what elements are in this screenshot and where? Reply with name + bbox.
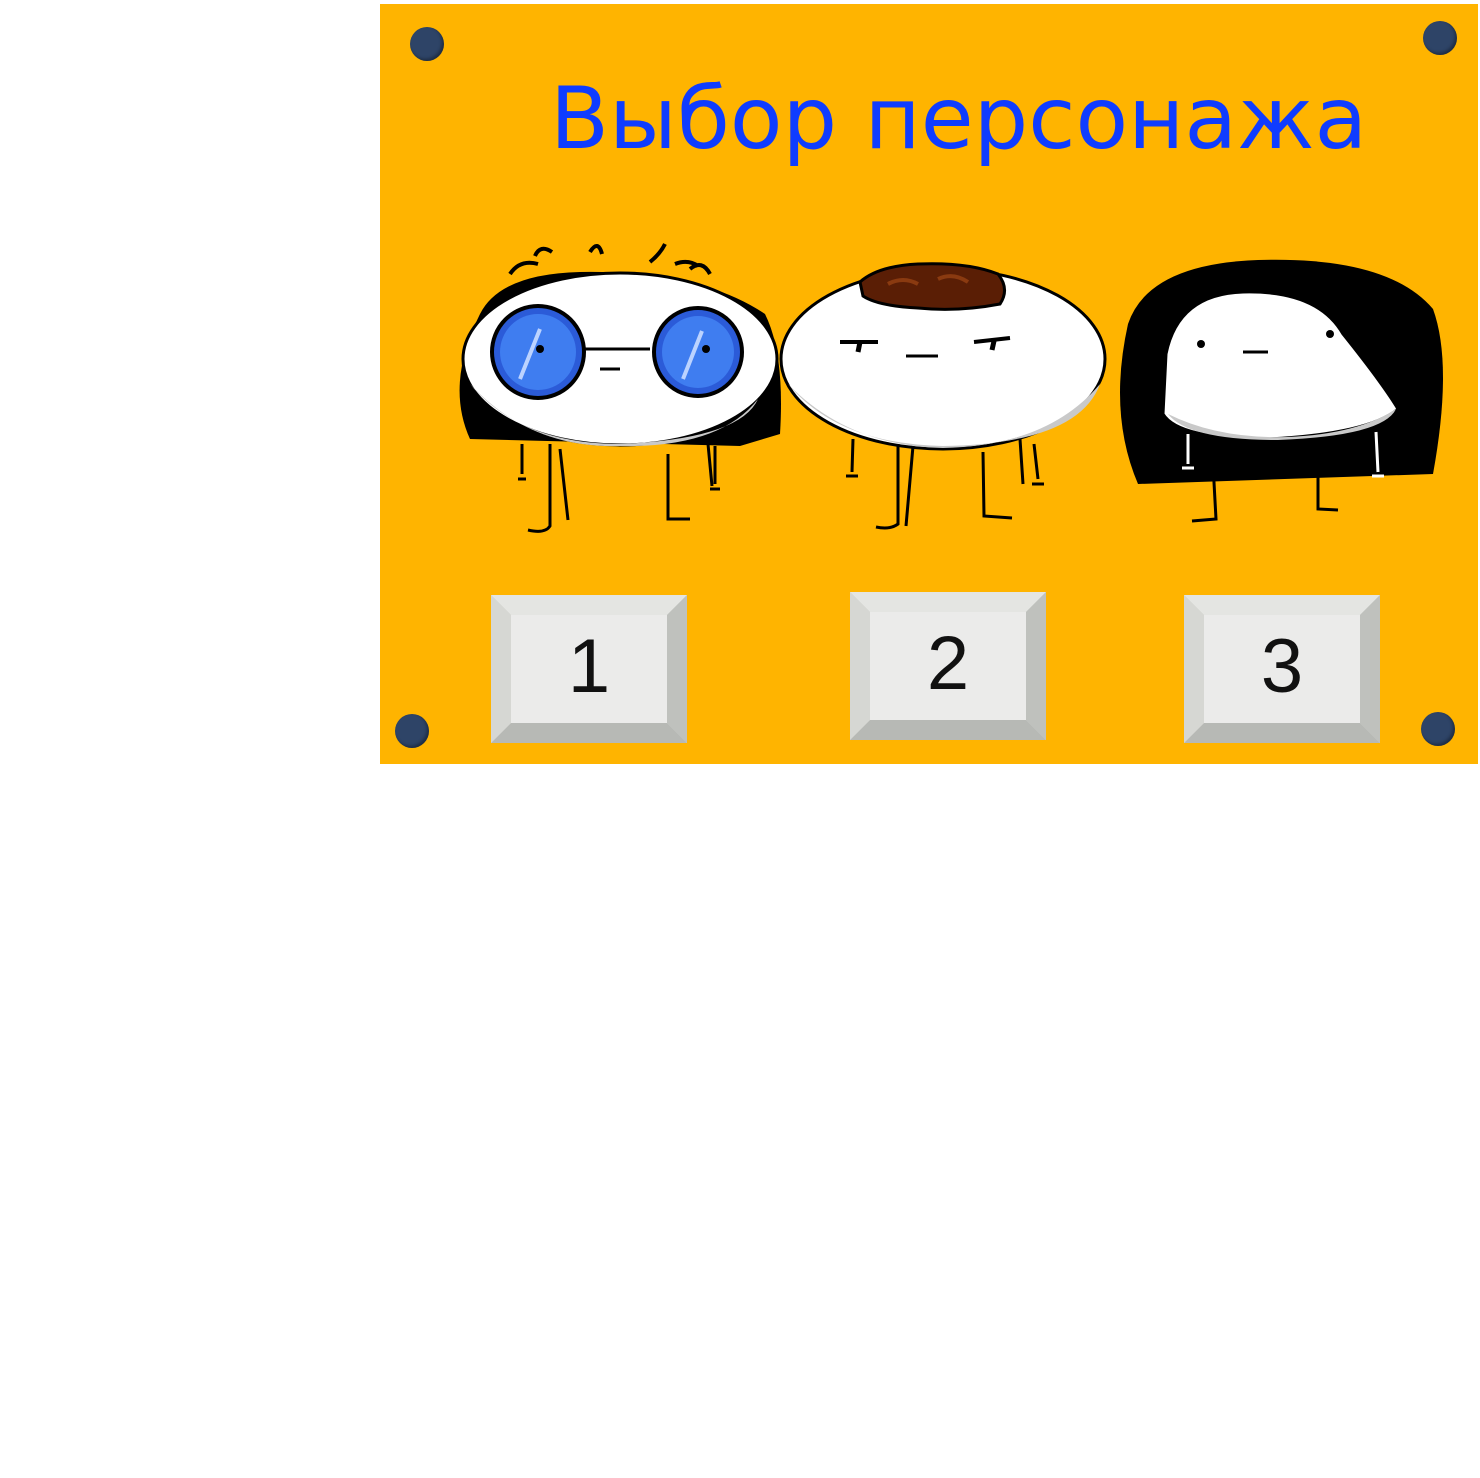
character-3-label: 3 <box>1260 624 1304 709</box>
character-black-hood-icon[interactable] <box>1108 234 1448 554</box>
screw-top-right <box>1423 21 1457 55</box>
character-1-label: 1 <box>567 624 611 709</box>
screw-bottom-left <box>395 714 429 748</box>
character-2-label: 2 <box>926 621 970 706</box>
character-3-button[interactable]: 3 <box>1184 595 1380 743</box>
characters-row <box>380 234 1478 554</box>
character-1-button[interactable]: 1 <box>491 595 687 743</box>
character-glasses-icon[interactable] <box>440 234 790 554</box>
page-title: Выбор персонажа <box>550 69 1368 169</box>
screw-bottom-right <box>1421 712 1455 746</box>
character-select-panel: Выбор персонажа 1 2 3 <box>380 4 1478 764</box>
character-2-button[interactable]: 2 <box>850 592 1046 740</box>
character-brown-hair-icon[interactable] <box>778 234 1118 554</box>
screw-top-left <box>410 27 444 61</box>
